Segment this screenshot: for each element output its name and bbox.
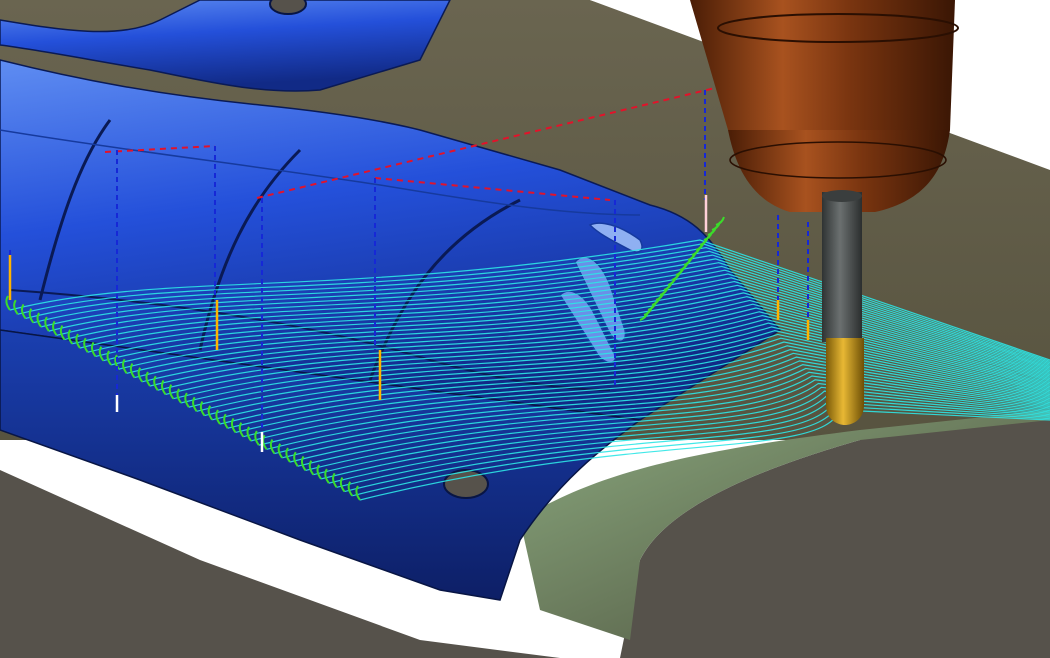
mold-hole-back: [269, 0, 307, 15]
cam-3d-viewport[interactable]: [0, 0, 1050, 658]
tool-ball-tip: [826, 338, 864, 425]
tool-shank-top: [822, 190, 862, 202]
tool-holder-top: [690, 0, 955, 130]
machining-simulation-scene[interactable]: [0, 0, 1050, 658]
fixture-right-surface: [620, 420, 1050, 658]
tool-shank: [822, 192, 862, 342]
